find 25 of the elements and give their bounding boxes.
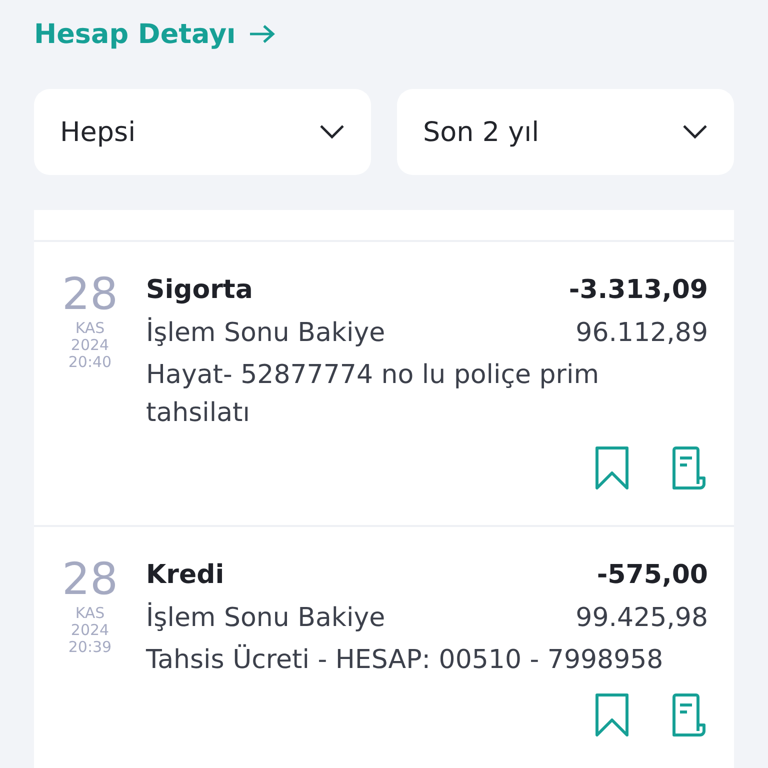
transaction-description: Tahsis Ücreti - HESAP: 00510 - 7998958 (146, 643, 664, 677)
chevron-down-icon (319, 124, 345, 140)
transaction-title: Sigorta (146, 274, 253, 307)
transaction-year: 2024 (70, 622, 110, 639)
arrow-right-icon (248, 23, 276, 45)
transaction-amount: -3.313,09 (568, 275, 708, 305)
transaction-year: 2024 (70, 337, 110, 354)
bookmark-icon[interactable] (594, 446, 630, 490)
transaction-month: KAS (75, 605, 105, 622)
transaction-month: KAS (75, 320, 105, 337)
filter-dropdown[interactable]: Hepsi (34, 89, 371, 175)
balance-amount: 99.425,98 (576, 602, 708, 635)
bookmark-icon[interactable] (594, 693, 630, 737)
transaction-day: 28 (62, 270, 118, 320)
balance-label: İşlem Sonu Bakiye (146, 601, 386, 635)
balance-label: İşlem Sonu Bakiye (146, 316, 386, 350)
balance-amount: 96.112,89 (576, 317, 708, 350)
chevron-down-icon (682, 124, 708, 140)
transaction-description: Hayat- 52877774 no lu poliçe prim tahsilatı (146, 359, 600, 430)
transaction-amount: -575,00 (596, 560, 708, 590)
filter-dropdown[interactable]: Son 2 yıl (397, 89, 734, 175)
transaction-title: Kredi (146, 559, 224, 592)
transaction-time: 20:40 (68, 354, 112, 371)
transaction-day: 28 (62, 555, 118, 605)
transaction-time: 20:39 (68, 639, 112, 656)
